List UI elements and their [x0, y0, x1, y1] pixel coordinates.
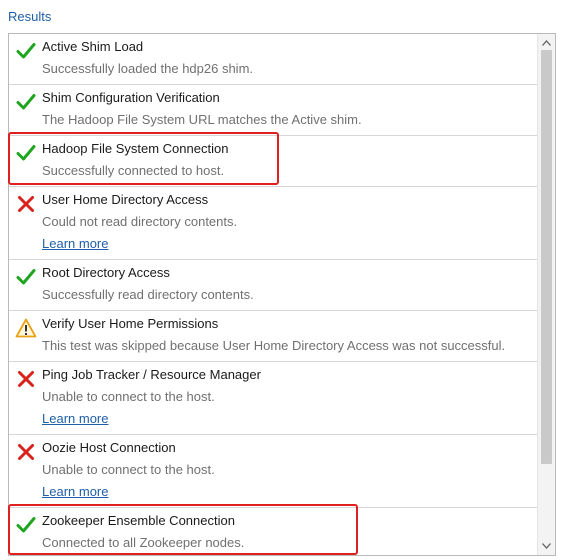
result-item-user-home-directory-access: User Home Directory Access Could not rea… [9, 187, 537, 260]
learn-more-link[interactable]: Learn more [42, 484, 108, 499]
check-icon [15, 40, 37, 62]
results-list-panel[interactable]: Active Shim Load Successfully loaded the… [8, 33, 556, 556]
scroll-up-button[interactable] [538, 35, 555, 51]
vertical-scrollbar[interactable] [537, 34, 555, 555]
result-title: Ping Job Tracker / Resource Manager [42, 367, 261, 382]
warning-icon [15, 317, 37, 339]
result-title: Shim Configuration Verification [42, 90, 220, 105]
cross-icon [15, 193, 37, 215]
result-item-ping-job-tracker: Ping Job Tracker / Resource Manager Unab… [9, 362, 537, 435]
result-title: Hadoop File System Connection [42, 141, 229, 156]
result-message: Unable to connect to the host. [42, 462, 215, 477]
result-item-zookeeper-ensemble-connection: Zookeeper Ensemble Connection Connected … [9, 508, 537, 555]
check-icon [15, 91, 37, 113]
chevron-up-icon [542, 40, 551, 46]
result-title: Verify User Home Permissions [42, 316, 219, 331]
result-message: Successfully read directory contents. [42, 287, 254, 302]
check-icon [15, 266, 37, 288]
result-title: User Home Directory Access [42, 192, 209, 207]
result-item-active-shim-load: Active Shim Load Successfully loaded the… [9, 34, 537, 85]
cross-icon [15, 441, 37, 463]
result-message: The Hadoop File System URL matches the A… [42, 112, 362, 127]
result-item-root-directory-access: Root Directory Access Successfully read … [9, 260, 537, 311]
check-icon [15, 142, 37, 164]
result-title: Zookeeper Ensemble Connection [42, 513, 235, 528]
result-message: Unable to connect to the host. [42, 389, 215, 404]
learn-more-link[interactable]: Learn more [42, 236, 108, 251]
result-message: This test was skipped because User Home … [42, 338, 506, 353]
result-message: Successfully connected to host. [42, 163, 225, 178]
result-message: Could not read directory contents. [42, 214, 238, 229]
result-message: Successfully loaded the hdp26 shim. [42, 61, 254, 76]
result-title: Active Shim Load [42, 39, 144, 54]
result-title: Oozie Host Connection [42, 440, 176, 455]
result-item-oozie-host-connection: Oozie Host Connection Unable to connect … [9, 435, 537, 508]
chevron-down-icon [542, 543, 551, 549]
scrollbar-thumb[interactable] [541, 50, 552, 464]
learn-more-link[interactable]: Learn more [42, 411, 108, 426]
result-title: Root Directory Access [42, 265, 170, 280]
results-list: Active Shim Load Successfully loaded the… [9, 34, 537, 555]
results-label: Results [8, 9, 52, 24]
result-item-hadoop-file-system-connection: Hadoop File System Connection Successful… [9, 136, 537, 187]
scroll-down-button[interactable] [538, 538, 555, 554]
result-message: Connected to all Zookeeper nodes. [42, 535, 245, 550]
result-item-verify-user-home-permissions: Verify User Home Permissions This test w… [9, 311, 537, 362]
cross-icon [15, 368, 37, 390]
result-item-shim-configuration-verification: Shim Configuration Verification The Hado… [9, 85, 537, 136]
check-icon [15, 514, 37, 536]
